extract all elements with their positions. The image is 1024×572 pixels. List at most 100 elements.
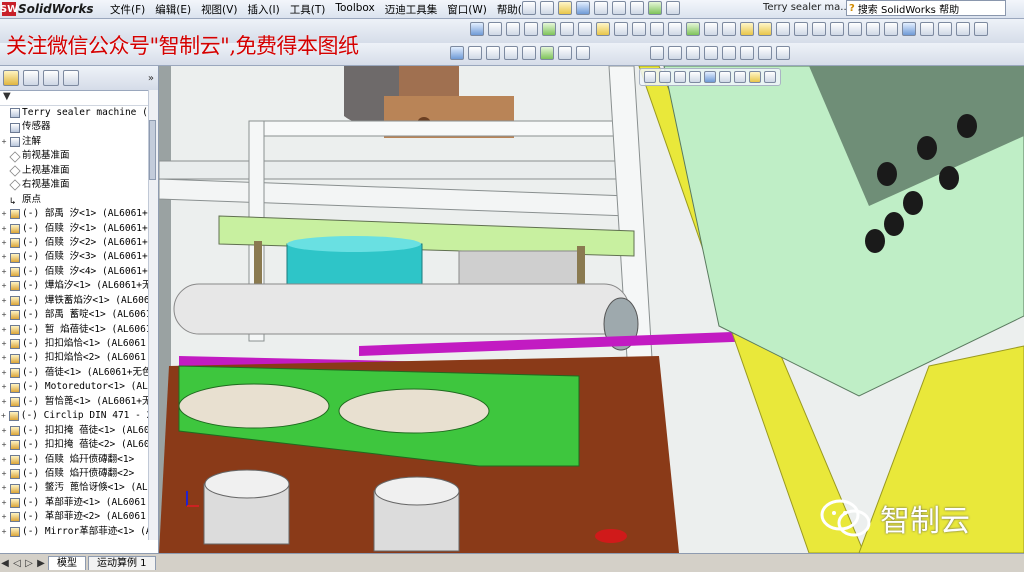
first-tab-arrow-icon[interactable]: ◀	[0, 558, 10, 569]
tree-item[interactable]: + (-) 扣扣掩 蓓徒<2> (AL60	[0, 438, 158, 452]
menu-maidi-tools[interactable]: 迈迪工具集	[385, 2, 438, 17]
text-tool-icon[interactable]	[450, 46, 464, 60]
tree-expand-toggle[interactable]: +	[0, 438, 8, 452]
panel-expand-chevron[interactable]: »	[148, 73, 154, 84]
toolbar-button-25[interactable]	[902, 22, 916, 36]
toolbar-button-13[interactable]	[686, 22, 700, 36]
tree-item[interactable]: + (-) Motoredutor<1> (AL6	[0, 380, 158, 394]
section-view-icon[interactable]	[689, 71, 701, 83]
tree-item[interactable]: Terry sealer machine (	[0, 106, 158, 120]
view-button-4[interactable]	[704, 46, 718, 60]
tree-expand-toggle[interactable]: +	[0, 380, 8, 394]
tree-expand-toggle[interactable]: +	[0, 207, 8, 221]
tree-item[interactable]: + (-) 佰赎 汐<3> (AL6061+	[0, 250, 158, 264]
view-orientation-icon[interactable]	[704, 71, 716, 83]
view-button-7[interactable]	[758, 46, 772, 60]
feature-icon[interactable]	[540, 46, 554, 60]
toolbar-button-20[interactable]	[812, 22, 826, 36]
tree-item[interactable]: 前视基准面	[0, 149, 158, 163]
new-document-icon[interactable]	[540, 1, 554, 15]
toolbar-button-24[interactable]	[884, 22, 898, 36]
toolbar-button-16[interactable]	[740, 22, 754, 36]
rebuild-icon[interactable]	[648, 1, 662, 15]
save-icon[interactable]	[576, 1, 590, 15]
tree-item[interactable]: + (-) 扣扣焰恰<2> (AL6061	[0, 351, 158, 365]
toolbar-button-14[interactable]	[704, 22, 718, 36]
zoom-icon[interactable]	[486, 46, 500, 60]
tree-item[interactable]: + (-) 革部菲迹<2> (AL6061	[0, 510, 158, 524]
toolbar-button-27[interactable]	[938, 22, 952, 36]
tree-expand-toggle[interactable]: +	[0, 467, 8, 481]
view-button-1[interactable]	[650, 46, 664, 60]
tree-expand-toggle[interactable]: +	[0, 323, 8, 337]
toolbar-button-28[interactable]	[956, 22, 970, 36]
toolbar-button-22[interactable]	[848, 22, 862, 36]
tree-item[interactable]: 传感器	[0, 120, 158, 134]
table-icon[interactable]	[576, 46, 590, 60]
tree-expand-toggle[interactable]: +	[0, 308, 8, 322]
menu-insert[interactable]: 插入(I)	[247, 2, 279, 17]
toolbar-button-12[interactable]	[668, 22, 682, 36]
tree-expand-toggle[interactable]: +	[0, 222, 8, 236]
feature-tree-scroll-thumb[interactable]	[149, 120, 156, 180]
apply-scene-icon[interactable]	[764, 71, 776, 83]
pin-icon[interactable]	[522, 1, 536, 15]
menu-tools[interactable]: 工具(T)	[290, 2, 326, 17]
tree-item[interactable]: + (-) 扣扣焰恰<1> (AL6061	[0, 337, 158, 351]
view-button-2[interactable]	[668, 46, 682, 60]
tree-item[interactable]: + (-) 佰赎 汐<1> (AL6061+	[0, 222, 158, 236]
tree-item[interactable]: + 注解	[0, 135, 158, 149]
tree-expand-toggle[interactable]: +	[0, 250, 8, 264]
configuration-manager-tab-icon[interactable]	[43, 70, 59, 86]
menu-file[interactable]: 文件(F)	[110, 2, 145, 17]
hide-show-items-icon[interactable]	[734, 71, 746, 83]
print-icon[interactable]	[594, 1, 608, 15]
tree-expand-toggle[interactable]: +	[0, 337, 8, 351]
tree-expand-toggle[interactable]: +	[0, 279, 8, 293]
prev-tab-arrow-icon[interactable]: ◁	[12, 558, 22, 569]
property-manager-tab-icon[interactable]	[23, 70, 39, 86]
tree-expand-toggle[interactable]: +	[0, 496, 8, 510]
tree-expand-toggle[interactable]: +	[0, 510, 8, 524]
tree-expand-toggle[interactable]: +	[0, 135, 8, 149]
select-pointer-icon[interactable]	[630, 1, 644, 15]
view-button-5[interactable]	[722, 46, 736, 60]
graphics-viewport[interactable]	[159, 66, 1024, 553]
toolbar-button-6[interactable]	[560, 22, 574, 36]
tree-expand-toggle[interactable]: +	[0, 409, 7, 423]
toolbar-button-17[interactable]	[758, 22, 772, 36]
tree-expand-toggle[interactable]: +	[0, 366, 8, 380]
toolbar-button-10[interactable]	[632, 22, 646, 36]
toolbar-button-4[interactable]	[524, 22, 538, 36]
toolbar-button-9[interactable]	[614, 22, 628, 36]
toolbar-button-26[interactable]	[920, 22, 934, 36]
tree-expand-toggle[interactable]: +	[0, 525, 8, 539]
previous-view-icon[interactable]	[674, 71, 686, 83]
tree-item[interactable]: + (-) 扣扣掩 蓓徒<1> (AL60	[0, 424, 158, 438]
last-tab-arrow-icon[interactable]: ▶	[36, 558, 46, 569]
menu-view[interactable]: 视图(V)	[201, 2, 237, 17]
surface-icon[interactable]	[558, 46, 572, 60]
toolbar-button-15[interactable]	[722, 22, 736, 36]
chamfer-icon[interactable]	[522, 46, 536, 60]
display-style-icon[interactable]	[719, 71, 731, 83]
tree-item[interactable]: + (-) 佰赎 汐<4> (AL6061+	[0, 265, 158, 279]
tree-expand-toggle[interactable]: +	[0, 395, 8, 409]
tree-expand-toggle[interactable]: +	[0, 294, 8, 308]
tree-item[interactable]: + (-) 部禹 蓄啶<1> (AL6061	[0, 308, 158, 322]
toolbar-button-8[interactable]	[596, 22, 610, 36]
edit-appearance-icon[interactable]	[749, 71, 761, 83]
toolbar-button-18[interactable]	[776, 22, 790, 36]
options-icon[interactable]	[666, 1, 680, 15]
smart-dimension-icon[interactable]	[504, 46, 518, 60]
tab-motion-study[interactable]: 运动算例 1	[88, 556, 156, 570]
tab-model[interactable]: 模型	[48, 556, 86, 570]
tree-filter[interactable]: ▼	[0, 91, 158, 106]
tree-item[interactable]: + (-) 鳖汚 蓖恰讶倏<1> (AL	[0, 481, 158, 495]
help-search-input[interactable]: ? 搜索 SolidWorks 帮助	[846, 0, 1006, 16]
tree-item[interactable]: + (-) 燁焰汐<1> (AL6061+无	[0, 279, 158, 293]
toolbar-button-5[interactable]	[542, 22, 556, 36]
toolbar-button-19[interactable]	[794, 22, 808, 36]
tree-item[interactable]: + (-) 革部菲迹<1> (AL6061	[0, 496, 158, 510]
toolbar-button-2[interactable]	[488, 22, 502, 36]
